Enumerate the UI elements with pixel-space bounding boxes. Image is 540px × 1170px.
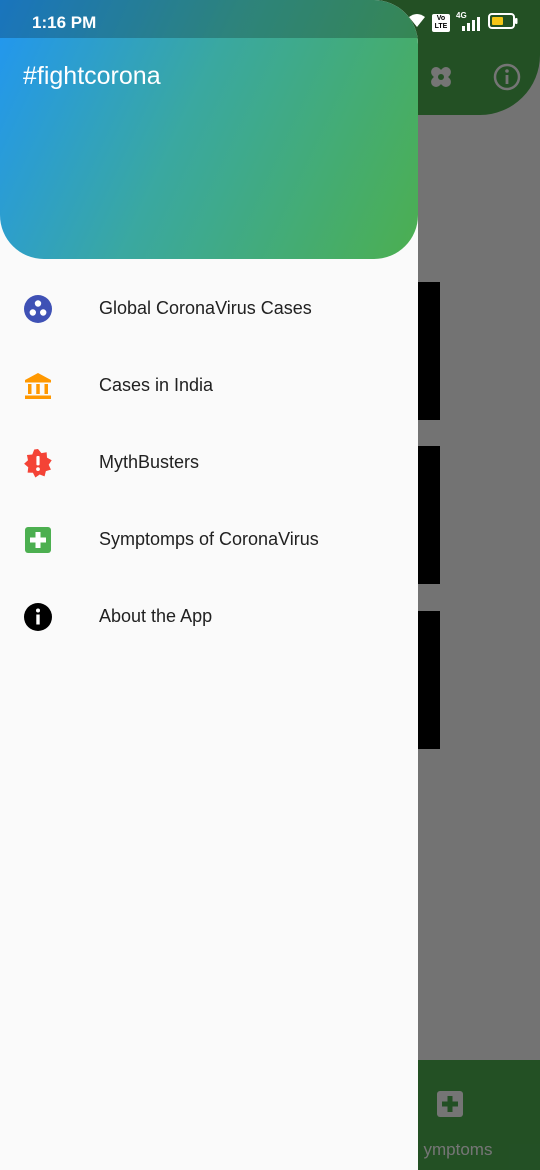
menu-item-label: About the App <box>99 606 213 626</box>
menu-item-label: Symptomps of CoronaVirus <box>99 529 319 549</box>
menu-item-label: Cases in India <box>99 375 214 395</box>
info-icon <box>23 602 53 632</box>
drawer-menu: Global CoronaVirus Cases Cases in India <box>0 270 418 655</box>
battery-icon <box>488 12 518 34</box>
drawer-title: #fightcorona <box>23 62 161 90</box>
menu-item-about[interactable]: About the App <box>0 578 418 655</box>
medical-plus-icon <box>23 525 53 555</box>
menu-item-global-cases[interactable]: Global CoronaVirus Cases <box>0 270 418 347</box>
bank-icon <box>23 371 53 401</box>
volte-icon: Vo LTE <box>432 14 450 32</box>
status-time: 1:16 PM <box>32 13 97 32</box>
menu-item-mythbusters[interactable]: MythBusters <box>0 424 418 501</box>
menu-item-label: Global CoronaVirus Cases <box>99 298 312 318</box>
alert-badge-icon <box>23 448 53 478</box>
status-bar: 1:16 PM Vo LTE 4G <box>0 0 540 44</box>
globe-dots-icon <box>23 294 53 324</box>
signal-icon: 4G <box>456 11 482 32</box>
navigation-drawer: #fightcorona Global CoronaVirus Cases Ca… <box>0 0 418 1170</box>
volte-label: Vo LTE <box>434 15 448 30</box>
menu-item-symptoms[interactable]: Symptomps of CoronaVirus <box>0 501 418 578</box>
menu-item-label: MythBusters <box>99 452 200 472</box>
status-icons: Vo LTE 4G <box>408 11 518 34</box>
wifi-icon <box>408 13 426 34</box>
menu-item-india-cases[interactable]: Cases in India <box>0 347 418 424</box>
